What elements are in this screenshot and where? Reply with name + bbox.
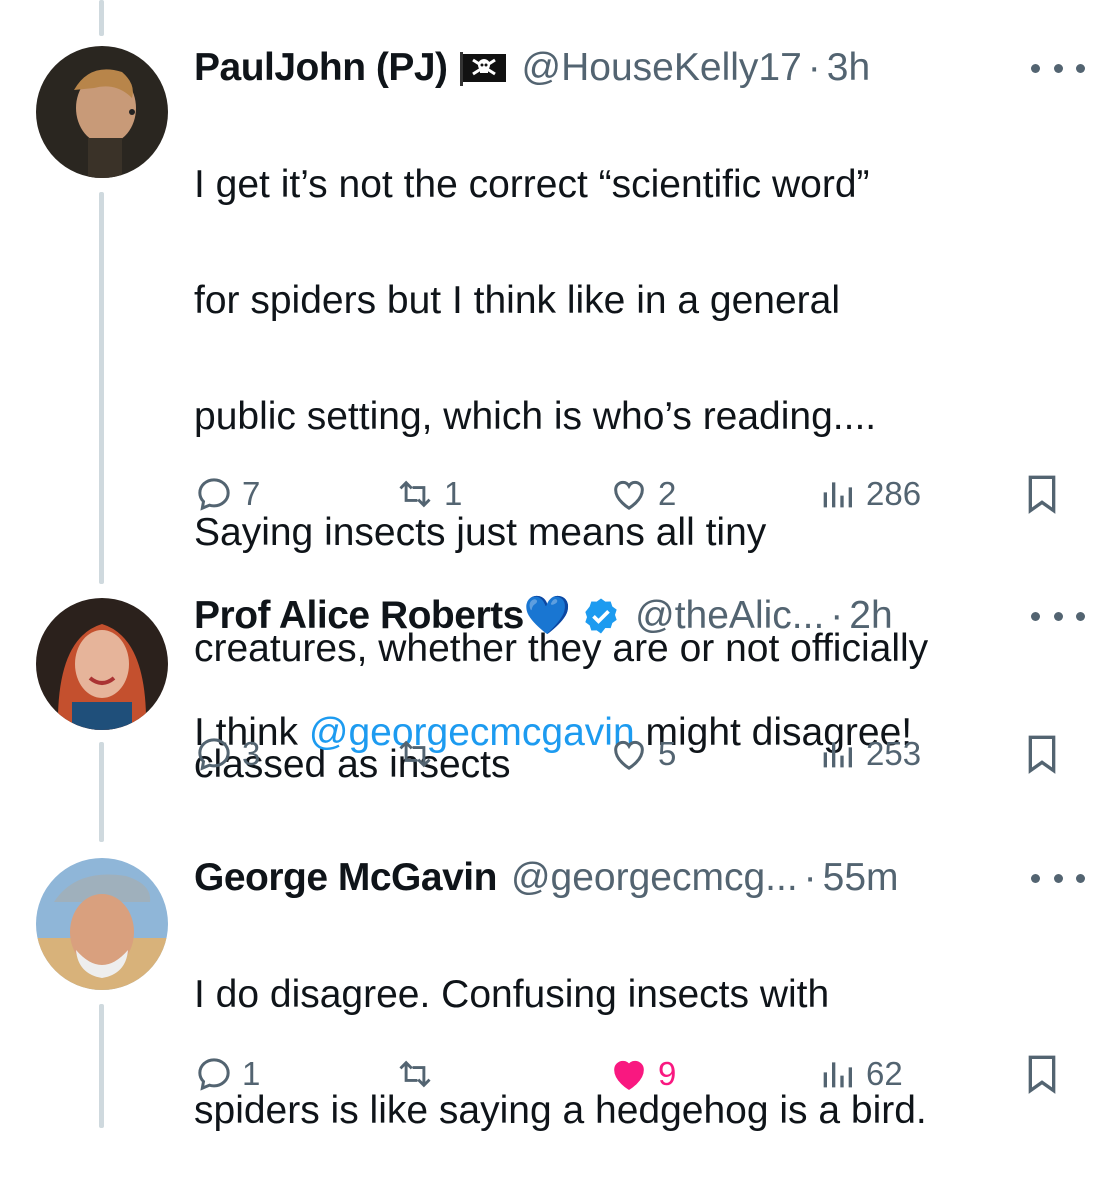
retweet-icon xyxy=(394,734,436,774)
avatar[interactable] xyxy=(36,598,168,730)
reply-button[interactable]: 3 xyxy=(194,726,260,782)
action-bar: 7 1 2 286 xyxy=(194,466,1074,522)
avatar[interactable] xyxy=(36,858,168,990)
views-icon xyxy=(816,474,858,514)
heart-icon xyxy=(608,734,650,774)
reply-button[interactable]: 7 xyxy=(194,466,260,522)
retweet-button[interactable] xyxy=(394,726,444,782)
bookmark-icon xyxy=(1022,472,1062,516)
tweet-text-line: public setting, which is who’s reading..… xyxy=(194,395,877,438)
reply-icon xyxy=(194,1054,234,1094)
bookmark-button[interactable] xyxy=(1022,1046,1062,1102)
reply-icon xyxy=(194,734,234,774)
bookmark-icon xyxy=(1022,1052,1062,1096)
tweet-text-line: I do disagree. Confusing insects with xyxy=(194,973,830,1016)
views-icon xyxy=(816,1054,858,1094)
bookmark-button[interactable] xyxy=(1022,726,1062,782)
bookmark-button[interactable] xyxy=(1022,466,1062,522)
author-handle[interactable]: @georgecmcg... xyxy=(511,856,798,900)
reply-icon xyxy=(194,474,234,514)
heart-filled-icon xyxy=(608,1054,650,1094)
reply-count: 1 xyxy=(242,1055,261,1092)
views-button[interactable]: 253 xyxy=(816,726,921,782)
author-handle[interactable]: @theAlic... xyxy=(635,594,824,638)
like-count: 2 xyxy=(658,475,677,512)
author-handle[interactable]: @HouseKelly17 xyxy=(522,46,802,90)
retweet-button[interactable] xyxy=(394,1046,444,1102)
verified-badge-icon xyxy=(581,596,621,636)
views-button[interactable]: 62 xyxy=(816,1046,903,1102)
action-bar: 1 9 62 xyxy=(194,1046,1074,1102)
views-button[interactable]: 286 xyxy=(816,466,921,522)
author-name[interactable]: Prof Alice Roberts xyxy=(194,594,524,638)
tweet[interactable]: PaulJohn (PJ) @HouseKelly17 · 3h I get i… xyxy=(0,40,1111,786)
view-count: 253 xyxy=(866,735,922,772)
separator-dot: · xyxy=(803,856,817,899)
view-count: 286 xyxy=(866,475,922,512)
view-count: 62 xyxy=(866,1055,903,1092)
tweet[interactable]: George McGavin @georgecmcg... · 55m I do… xyxy=(0,850,1111,1132)
timestamp[interactable]: 3h xyxy=(827,46,870,90)
action-bar: 3 5 253 xyxy=(194,726,1074,782)
separator-dot: · xyxy=(830,594,844,637)
bookmark-icon xyxy=(1022,732,1062,776)
retweet-count: 1 xyxy=(444,475,463,512)
author-name[interactable]: PaulJohn (PJ) xyxy=(194,46,448,90)
blue-heart-emoji: 💙 xyxy=(523,595,572,637)
separator-dot: · xyxy=(807,46,821,89)
reply-button[interactable]: 1 xyxy=(194,1046,260,1102)
reply-count: 7 xyxy=(242,475,261,512)
tweet-text-line: I get it’s not the correct “scientific w… xyxy=(194,163,870,206)
retweet-button[interactable]: 1 xyxy=(394,466,462,522)
heart-icon xyxy=(608,474,650,514)
timestamp[interactable]: 2h xyxy=(849,594,892,638)
like-count: 9 xyxy=(658,1055,677,1092)
like-button[interactable]: 2 xyxy=(608,466,676,522)
timestamp[interactable]: 55m xyxy=(823,856,899,900)
tweet[interactable]: Prof Alice Roberts 💙 @theAlic... · 2h I … xyxy=(0,588,1111,788)
avatar[interactable] xyxy=(36,46,168,178)
like-count: 5 xyxy=(658,735,677,772)
more-options-icon[interactable] xyxy=(1031,58,1085,78)
retweet-icon xyxy=(394,1054,436,1094)
pirate-flag-icon xyxy=(458,50,508,86)
retweet-icon xyxy=(394,474,436,514)
like-button[interactable]: 9 xyxy=(608,1046,676,1102)
reply-count: 3 xyxy=(242,735,261,772)
more-options-icon[interactable] xyxy=(1031,868,1085,888)
more-options-icon[interactable] xyxy=(1031,606,1085,626)
tweet-text-line: for spiders but I think like in a genera… xyxy=(194,279,841,322)
views-icon xyxy=(816,734,858,774)
thread-line-top xyxy=(99,0,104,36)
like-button[interactable]: 5 xyxy=(608,726,676,782)
author-name[interactable]: George McGavin xyxy=(194,856,497,900)
